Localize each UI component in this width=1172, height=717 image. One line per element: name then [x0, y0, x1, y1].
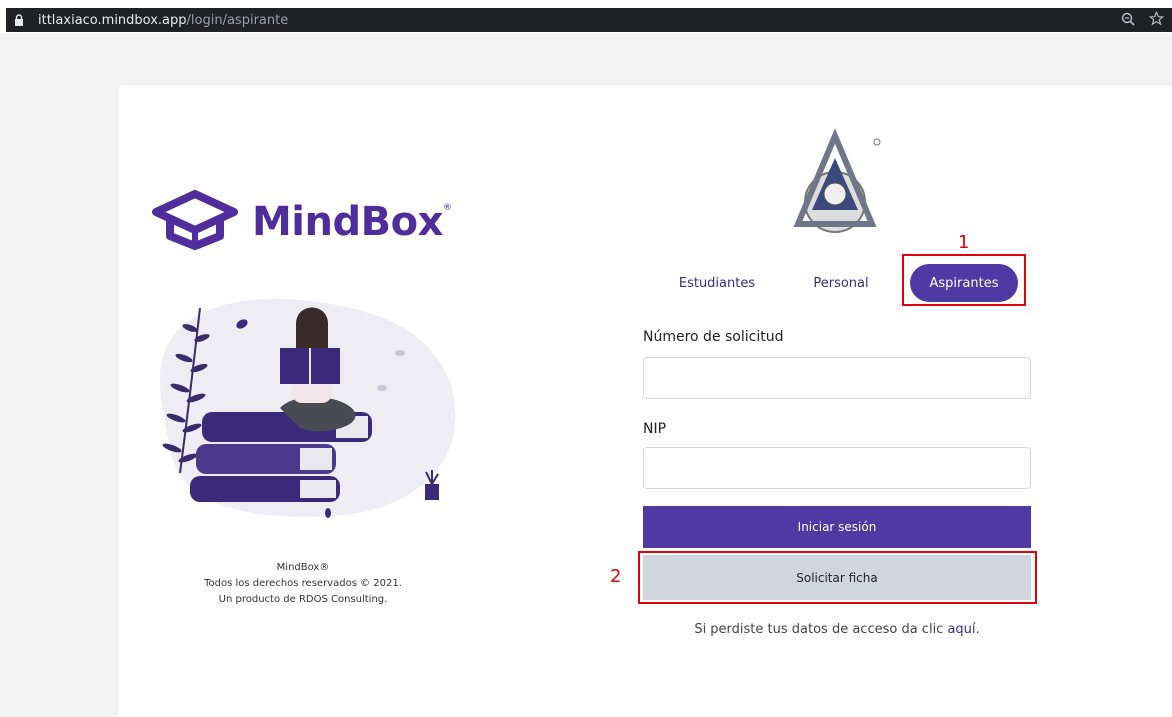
tab-personal[interactable]: Personal: [806, 264, 876, 302]
annotation-box-1: [902, 254, 1026, 306]
reading-woman-illustration: [150, 288, 480, 537]
recover-access-text: Si perdiste tus datos de acceso da clic …: [643, 622, 1031, 637]
tab-estudiantes[interactable]: Estudiantes: [672, 264, 762, 302]
nip-label: NIP: [643, 421, 667, 437]
footer-line-1: MindBox®: [276, 562, 330, 573]
numero-solicitud-label: Número de solicitud: [643, 329, 784, 345]
graduation-cap-logo-icon: [152, 190, 238, 254]
zoom-icon[interactable]: [1121, 11, 1135, 30]
recover-end: .: [975, 622, 980, 637]
annotation-box-2: [638, 551, 1037, 604]
institution-crest: [780, 128, 890, 247]
annotation-marker-2: 2: [610, 566, 622, 587]
address-bar[interactable]: ittlaxiaco.mindbox.app/login/aspirante: [6, 8, 1172, 32]
numero-solicitud-input[interactable]: [643, 357, 1031, 399]
footer-line-3: Un producto de RDOS Consulting.: [218, 594, 388, 605]
nip-input[interactable]: [643, 447, 1031, 489]
brand-name: MindBox: [252, 199, 443, 245]
login-button[interactable]: Iniciar sesión: [643, 506, 1031, 548]
url-host: ittlaxiaco.mindbox.app: [38, 12, 187, 28]
recover-link[interactable]: aquí: [947, 622, 975, 637]
footer-line-2: Todos los derechos reservados © 2021.: [204, 578, 402, 589]
url-path: /login/aspirante: [186, 12, 289, 28]
lock-icon[interactable]: [14, 14, 24, 26]
browser-toolbar: ittlaxiaco.mindbox.app/login/aspirante: [0, 0, 1172, 33]
annotation-marker-1: 1: [958, 232, 970, 253]
recover-text: Si perdiste tus datos de acceso da clic: [694, 622, 948, 637]
bookmark-star-icon[interactable]: [1148, 10, 1165, 30]
brand-reg-mark: ®: [442, 203, 452, 213]
copyright-footer: MindBox® Todos los derechos reservados ©…: [148, 560, 458, 608]
mindbox-logo: MindBox ®: [152, 190, 452, 254]
